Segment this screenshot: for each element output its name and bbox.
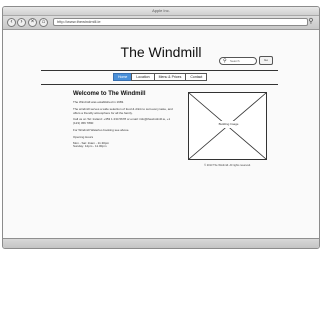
arrow-left-icon: ‹ — [10, 19, 13, 25]
divider-bottom — [41, 84, 278, 85]
body-paragraph: The windmill serves a wide selection of … — [73, 106, 173, 115]
home-icon: ⌂ — [41, 19, 46, 25]
body-paragraph: Call us on Tel: Ireland: +353 1 234 5678… — [73, 117, 171, 126]
address-bar[interactable]: http://www.thewindmill.ie — [53, 18, 308, 26]
title-bar: Apple Inc. — [3, 7, 319, 16]
close-icon: × — [30, 19, 35, 25]
search-go-button[interactable]: Go — [259, 56, 273, 65]
site-search-input[interactable]: ⚲ Search — [219, 57, 257, 65]
browser-toolbar: ‹ › × ⌂ http://www.thewindmill.ie ⚲ — [3, 16, 319, 30]
body-paragraph: The Windmill was established in 1983. — [73, 100, 125, 104]
forward-button[interactable]: › — [17, 18, 26, 27]
close-tab-button[interactable]: × — [28, 18, 37, 27]
hours-line: Sunday: 12pm - 11.00pm — [73, 144, 107, 149]
back-button[interactable]: ‹ — [7, 18, 16, 27]
page-content: The Windmill ⚲ Search Go Home Location M… — [3, 30, 319, 240]
opening-hours-heading: Opening Hours — [73, 134, 94, 139]
browser-window: Apple Inc. ‹ › × ⌂ http://www.thewindmil… — [2, 6, 320, 249]
status-bar — [3, 238, 319, 248]
main-nav: Home Location Menu & Prices Contact — [113, 73, 208, 81]
divider-top — [41, 70, 278, 71]
search-placeholder: Search — [230, 59, 240, 63]
image-caption: © 2013 The Windmill. All rights reserved… — [204, 164, 251, 167]
image-placeholder: Building Image — [188, 92, 267, 160]
search-icon: ⚲ — [223, 58, 227, 64]
window-title: Apple Inc. — [152, 8, 170, 13]
nav-item-contact[interactable]: Contact — [185, 73, 208, 81]
page-title: Welcome to The Windmill — [73, 91, 146, 97]
nav-item-location[interactable]: Location — [131, 73, 155, 81]
arrow-right-icon: › — [20, 19, 23, 25]
search-icon[interactable]: ⚲ — [307, 18, 315, 26]
image-label: Building Image — [212, 121, 245, 128]
nav-item-home[interactable]: Home — [113, 73, 133, 81]
home-button[interactable]: ⌂ — [39, 18, 48, 27]
main-column: Welcome to The Windmill The Windmill was… — [73, 90, 173, 149]
body-paragraph: For Windmill Waterloo booking see above. — [73, 127, 130, 132]
nav-item-menu-prices[interactable]: Menu & Prices — [153, 73, 187, 81]
